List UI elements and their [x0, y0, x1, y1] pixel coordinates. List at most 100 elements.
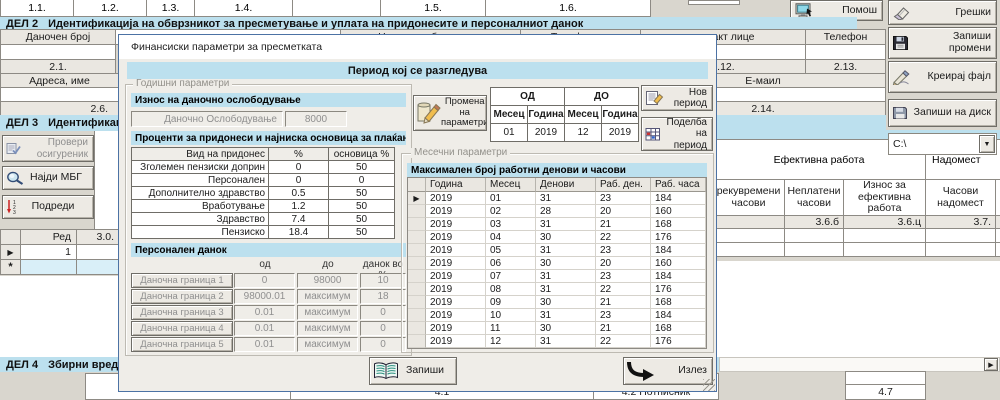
drive-combo[interactable]: C:\ ▼ [888, 133, 997, 155]
data-cell[interactable] [925, 242, 996, 257]
sidebar-grid-row[interactable]: ▶ 1 [0, 244, 121, 260]
address-input-cell[interactable] [0, 87, 119, 102]
monthly-row[interactable]: 2019 06 30 20 160 [408, 257, 706, 270]
year-cell: 2019 [426, 205, 486, 218]
row-selector[interactable] [408, 231, 426, 244]
year-col-header: Година [426, 178, 486, 192]
monthly-row[interactable]: 2019 05 31 23 184 [408, 244, 706, 257]
dialog-titlebar[interactable]: Финансиски параметри за пресметката [119, 35, 716, 59]
monthly-row[interactable]: 2019 08 31 22 176 [408, 283, 706, 296]
new-row-cell-2[interactable] [76, 259, 121, 275]
tax-bracket-label: Даночна граница 4 [131, 321, 233, 336]
to-month-value: 12 [565, 124, 602, 142]
contribution-row: Вработување 1.2 50 [132, 200, 395, 213]
row-selector[interactable] [408, 218, 426, 231]
floppy-save-icon [892, 35, 909, 51]
scroll-right-button[interactable]: ▶ [984, 358, 998, 371]
tax-bracket-row: Даночна граница 3 0.01 максимум 0 [131, 305, 409, 320]
monthly-row[interactable]: ▶ 2019 01 31 23 184 [408, 192, 706, 205]
data-cell[interactable] [995, 228, 1000, 243]
workdays-cell: 21 [596, 296, 651, 309]
row-selector[interactable] [408, 205, 426, 218]
contribution-pct: 7.4 [269, 213, 329, 226]
monthly-row[interactable]: 2019 03 31 21 168 [408, 218, 706, 231]
combo-dropdown-button[interactable]: ▼ [979, 135, 995, 153]
top-code-cell: 1.4. [194, 0, 293, 17]
row-selector[interactable] [408, 309, 426, 322]
period-table-values: 01 2019 12 2019 [491, 124, 639, 142]
monthly-row[interactable]: 2019 04 30 22 176 [408, 231, 706, 244]
row-selector[interactable] [408, 270, 426, 283]
phone-input-cell[interactable] [805, 44, 886, 60]
tax-rate-box: 18 [360, 289, 406, 304]
errors-button[interactable]: Грешки [888, 0, 997, 25]
monthly-row[interactable]: 2019 11 30 21 168 [408, 322, 706, 335]
month-cell: 06 [486, 257, 536, 270]
tax-number-input-cell[interactable] [0, 44, 116, 60]
sidebar-grid-new-row[interactable]: * [0, 259, 121, 275]
create-file-button[interactable]: Креирај фајл [888, 61, 997, 93]
data-row[interactable] [712, 228, 1000, 243]
new-row-cell-1[interactable] [20, 259, 77, 275]
data-cell[interactable] [784, 228, 844, 243]
data-cell[interactable] [712, 228, 785, 243]
to-year-header: Година [602, 106, 639, 124]
column-header-cell: Неплатени часови [784, 179, 844, 216]
financial-parameters-dialog: Финансиски параметри за пресметката Пери… [118, 34, 717, 392]
row-selector[interactable] [408, 283, 426, 296]
sort-label: Подреди [18, 201, 93, 213]
sort-button[interactable]: 123 Подреди [2, 195, 94, 219]
change-parameters-button[interactable]: Промена на параметри [413, 95, 487, 131]
monthly-row[interactable]: 2019 12 31 22 176 [408, 335, 706, 348]
days-cell: 31 [536, 309, 596, 322]
new-row-marker[interactable]: * [0, 259, 21, 275]
monthly-row[interactable]: 2019 09 30 21 168 [408, 296, 706, 309]
horizontal-scrollbar[interactable] [719, 357, 1000, 372]
data-cell[interactable] [712, 242, 785, 257]
row-selector-marker[interactable]: ▶ [0, 244, 21, 260]
code-2-13: 2.13. [805, 59, 886, 74]
monthly-section-header: Максимален број работни денови и часови [407, 163, 707, 177]
tax-to-box: максимум [297, 321, 358, 336]
tax-from-box: 0.01 [234, 321, 295, 336]
del3-label: ДЕЛ 3 [6, 117, 38, 129]
workdays-cell: 20 [596, 205, 651, 218]
data-cell[interactable] [995, 242, 1000, 257]
split-period-button[interactable]: Поделба на период [641, 117, 713, 151]
monthly-row[interactable]: 2019 07 31 23 184 [408, 270, 706, 283]
new-period-button[interactable]: Нов период [641, 85, 713, 111]
tax-rate-box: 0 [360, 337, 406, 352]
clipped-cell [688, 0, 740, 5]
row-selector[interactable] [408, 335, 426, 348]
code-cell: 3.6.ц [843, 215, 926, 229]
help-button-label: Помош [814, 5, 882, 17]
resize-grip[interactable] [703, 379, 715, 391]
tax-from-box: 0.01 [234, 305, 295, 320]
contribution-pct: 0 [269, 161, 329, 174]
row-selector[interactable]: ▶ [408, 192, 426, 205]
row-selector[interactable] [408, 244, 426, 257]
contribution-base: 50 [329, 213, 395, 226]
row-selector[interactable] [408, 257, 426, 270]
data-cell[interactable] [843, 242, 926, 257]
address-header: Адреса, име [0, 73, 119, 88]
save-button[interactable]: Запиши [369, 357, 457, 385]
check-insured-button[interactable]: Провери осигуреник [2, 135, 94, 162]
data-row[interactable] [712, 242, 1000, 257]
data-cell[interactable] [843, 228, 926, 243]
monthly-row[interactable]: 2019 10 31 23 184 [408, 309, 706, 322]
workhours-cell: 184 [651, 192, 706, 205]
monthly-row[interactable]: 2019 02 28 20 160 [408, 205, 706, 218]
save-changes-button[interactable]: Запиши промени [888, 27, 997, 59]
bottom-cell-4-7-input[interactable] [845, 371, 926, 385]
row-selector[interactable] [408, 322, 426, 335]
row-selector[interactable] [408, 296, 426, 309]
data-cell[interactable] [925, 228, 996, 243]
data-cell[interactable] [784, 242, 844, 257]
find-mbg-button[interactable]: Најди МБГ [2, 166, 94, 190]
workhours-cell: 184 [651, 309, 706, 322]
row-value-cell[interactable] [76, 244, 121, 260]
exit-button[interactable]: Излез [623, 357, 713, 385]
save-to-disk-button[interactable]: Запиши на диск [888, 99, 997, 127]
disk-icon [892, 106, 908, 120]
